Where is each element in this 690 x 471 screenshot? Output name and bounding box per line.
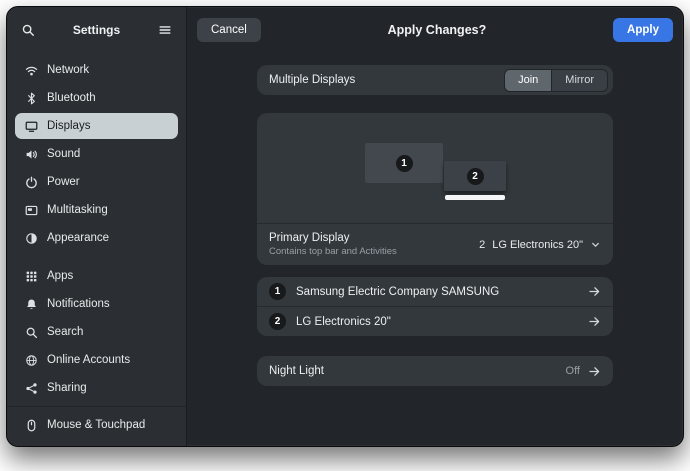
join-button[interactable]: Join: [505, 69, 552, 91]
night-light-row[interactable]: Night Light Off: [257, 356, 613, 386]
display-row-samsung[interactable]: 1 Samsung Electric Company SAMSUNG: [257, 277, 613, 306]
sidebar-item-appearance[interactable]: Appearance: [15, 225, 178, 251]
sidebar-item-notifications[interactable]: Notifications: [15, 291, 178, 317]
mirror-button[interactable]: Mirror: [551, 69, 607, 91]
primary-display-value-number: 2: [479, 238, 486, 251]
search-icon: [22, 24, 34, 36]
online-accounts-icon: [24, 353, 38, 367]
apps-icon: [24, 269, 38, 283]
display-2-number-badge: 2: [466, 167, 484, 185]
join-mirror-toggle: Join Mirror: [504, 68, 608, 92]
cancel-button[interactable]: Cancel: [197, 18, 261, 42]
sidebar-item-sharing[interactable]: Sharing: [15, 375, 178, 401]
sidebar-item-sound[interactable]: Sound: [15, 141, 178, 167]
display-arrangement-area[interactable]: 1 2: [257, 113, 613, 223]
sidebar-item-power[interactable]: Power: [15, 169, 178, 195]
selected-display-indicator: [445, 195, 505, 200]
displays-icon: [24, 119, 38, 133]
sidebar-item-label: Appearance: [47, 232, 110, 244]
search-icon: [24, 325, 38, 339]
display-1-thumbnail[interactable]: 1: [365, 143, 443, 183]
header-title: Apply Changes?: [387, 23, 487, 37]
night-light-card: Night Light Off: [257, 356, 613, 386]
display-number-badge: 1: [269, 283, 286, 300]
sidebar-item-network[interactable]: Network: [15, 57, 178, 83]
primary-menu-button[interactable]: [152, 17, 178, 43]
sidebar-item-label: Apps: [47, 270, 74, 282]
notifications-icon: [24, 297, 38, 311]
sidebar-item-bluetooth[interactable]: Bluetooth: [15, 85, 178, 111]
primary-display-dropdown[interactable]: 2 LG Electronics 20": [479, 239, 601, 251]
sidebar-item-label: Notifications: [47, 298, 110, 310]
chevron-down-icon: [590, 239, 601, 250]
displays-content: Multiple Displays Join Mirror 1 2 Primar…: [187, 53, 683, 446]
sidebar-bottom: Mouse & Touchpad: [7, 407, 186, 446]
sidebar-item-multitasking[interactable]: Multitasking: [15, 197, 178, 223]
display-row-label: Samsung Electric Company SAMSUNG: [296, 285, 500, 298]
sidebar: Settings Network Bluetooth Displays Soun…: [7, 7, 187, 446]
arrow-right-icon: [588, 315, 601, 328]
bluetooth-icon: [24, 91, 38, 105]
sharing-icon: [24, 381, 38, 395]
multitasking-icon: [24, 203, 38, 217]
arrow-right-icon: [588, 365, 601, 378]
sidebar-item-label: Online Accounts: [47, 354, 131, 366]
hamburger-menu-icon: [159, 26, 171, 34]
night-light-label: Night Light: [269, 365, 324, 377]
sidebar-item-label: Power: [47, 176, 80, 188]
sidebar-item-label: Mouse & Touchpad: [47, 419, 146, 431]
sidebar-item-label: Displays: [47, 120, 91, 132]
display-1-number-badge: 1: [395, 154, 413, 172]
primary-display-value-name: LG Electronics 20": [492, 238, 583, 251]
sidebar-item-online-accounts[interactable]: Online Accounts: [15, 347, 178, 373]
headerbar: Cancel Apply Changes? Apply: [187, 7, 683, 53]
primary-display-subtitle: Contains top bar and Activities: [269, 246, 397, 257]
mouse-icon: [24, 418, 38, 432]
sidebar-item-label: Sound: [47, 148, 81, 160]
sidebar-header: Settings: [7, 7, 186, 53]
sidebar-item-apps[interactable]: Apps: [15, 263, 178, 289]
search-button[interactable]: [15, 17, 41, 43]
display-row-label: LG Electronics 20": [296, 315, 391, 328]
primary-display-label: Primary Display: [269, 232, 350, 244]
sidebar-item-displays[interactable]: Displays: [15, 113, 178, 139]
sidebar-item-mouse-touchpad[interactable]: Mouse & Touchpad: [15, 412, 178, 438]
night-light-status: Off: [565, 365, 580, 377]
apply-button[interactable]: Apply: [613, 18, 673, 42]
sound-icon: [24, 147, 38, 161]
sidebar-item-label: Sharing: [47, 382, 87, 394]
arrangement-card: 1 2 Primary Display Contains top bar and…: [257, 113, 613, 265]
primary-display-row: Primary Display Contains top bar and Act…: [257, 224, 613, 265]
sidebar-nav: Network Bluetooth Displays Sound Power M…: [7, 53, 186, 406]
appearance-icon: [24, 231, 38, 245]
display-number-badge: 2: [269, 313, 286, 330]
multiple-displays-label: Multiple Displays: [269, 74, 356, 86]
sidebar-item-label: Network: [47, 64, 90, 76]
display-row-lg[interactable]: 2 LG Electronics 20": [257, 307, 613, 336]
display-list-card: 1 Samsung Electric Company SAMSUNG 2 LG …: [257, 277, 613, 336]
sidebar-item-search[interactable]: Search: [15, 319, 178, 345]
network-icon: [24, 63, 38, 77]
sidebar-item-label: Bluetooth: [47, 92, 96, 104]
arrow-right-icon: [588, 285, 601, 298]
display-2-thumbnail[interactable]: 2: [444, 161, 506, 200]
sidebar-item-label: Search: [47, 326, 84, 338]
multiple-displays-row: Multiple Displays Join Mirror: [257, 65, 613, 95]
sidebar-item-label: Multitasking: [47, 204, 108, 216]
settings-window: Settings Network Bluetooth Displays Soun…: [6, 6, 684, 447]
power-icon: [24, 175, 38, 189]
main-panel: Cancel Apply Changes? Apply Multiple Dis…: [187, 7, 683, 446]
app-title: Settings: [72, 23, 121, 37]
